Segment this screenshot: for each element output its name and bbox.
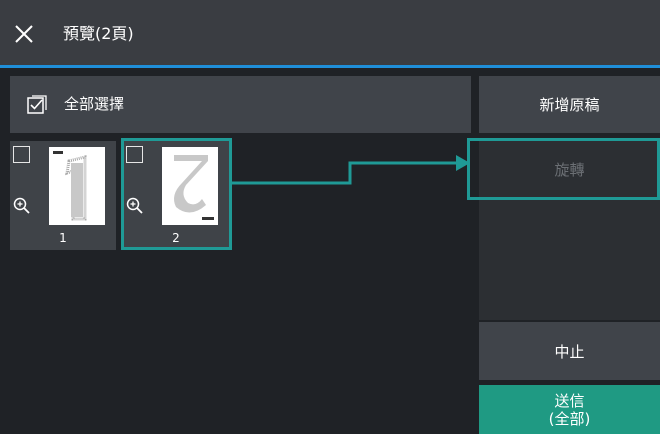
send-scope-label: (全部) — [548, 409, 591, 428]
select-all-button[interactable]: 全部選擇 — [10, 76, 471, 133]
stop-button[interactable]: 中止 — [479, 322, 660, 380]
title-accent-line — [0, 65, 660, 68]
send-label: 送信 — [554, 391, 585, 410]
thumbnail-page-2[interactable]: 2 — [123, 141, 229, 250]
rotate-label: 旋轉 — [554, 160, 585, 179]
zoom-in-icon[interactable] — [12, 196, 32, 216]
page-preview — [49, 147, 105, 225]
title-bar: 預覽(2頁) — [0, 0, 660, 68]
send-all-button[interactable]: 送信 (全部) — [479, 385, 660, 434]
page-title: 預覽(2頁) — [63, 24, 134, 43]
panel-spacer — [479, 200, 660, 320]
select-all-checkbox-icon — [27, 95, 47, 114]
add-original-label: 新增原稿 — [539, 96, 600, 114]
page-number: 1 — [59, 231, 67, 245]
stop-label: 中止 — [554, 342, 585, 361]
page-checkbox[interactable] — [13, 146, 30, 163]
zoom-in-icon[interactable] — [125, 196, 145, 216]
rotate-button[interactable]: 旋轉 — [479, 141, 660, 197]
add-original-button[interactable]: 新增原稿 — [479, 76, 660, 133]
page-number: 2 — [172, 231, 180, 245]
thumbnail-page-1[interactable]: 1 — [10, 141, 116, 250]
page-preview — [162, 147, 218, 225]
page-checkbox[interactable] — [126, 146, 143, 163]
close-icon[interactable] — [10, 20, 38, 48]
select-all-label: 全部選擇 — [64, 95, 125, 113]
